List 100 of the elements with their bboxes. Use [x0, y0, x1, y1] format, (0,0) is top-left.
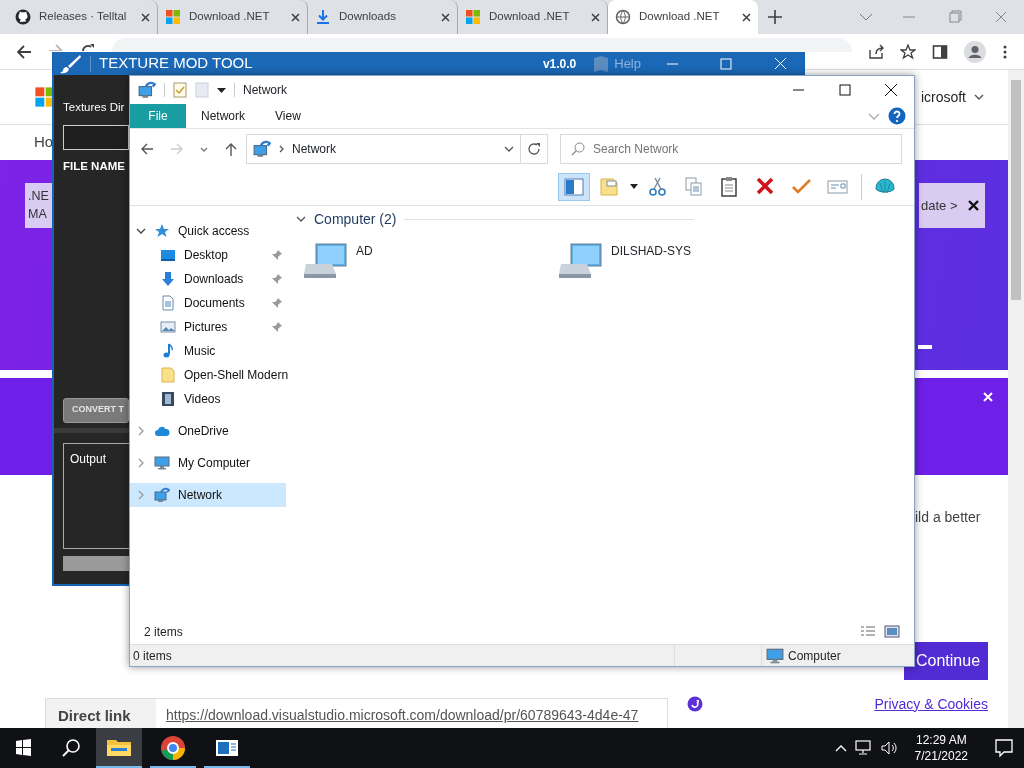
item-count: 2 items	[144, 623, 183, 641]
github-icon	[15, 9, 31, 25]
download-icon	[160, 270, 176, 287]
back-arrow-icon[interactable]	[140, 142, 154, 156]
copy-icon	[683, 175, 705, 198]
pin-icon	[272, 273, 282, 284]
expand-chevron-icon[interactable]	[136, 227, 146, 234]
minus-icon	[918, 345, 932, 349]
nav-item[interactable]: Downloads	[130, 266, 286, 291]
search-icon	[571, 142, 585, 156]
separator-chevron-icon	[279, 145, 284, 153]
caret-icon[interactable]	[974, 94, 984, 100]
continue-button[interactable]: Continue	[904, 642, 988, 680]
star-icon	[154, 222, 170, 239]
profile-icon[interactable]	[964, 40, 986, 63]
field-label: Textures Dir	[63, 100, 125, 115]
close-icon[interactable]	[742, 12, 751, 22]
refresh-button[interactable]	[520, 134, 548, 164]
scrollbar-thumb[interactable]	[1011, 80, 1021, 300]
pin-icon	[272, 297, 282, 308]
dropdown-icon[interactable]	[217, 87, 226, 93]
nav-item[interactable]: Desktop	[130, 242, 286, 267]
star-icon[interactable]	[900, 43, 916, 60]
pin-icon	[272, 249, 282, 260]
preview-pane-button[interactable]	[558, 172, 590, 201]
app-title: TEXTURE MOD TOOL	[99, 53, 253, 74]
back-arrow-icon[interactable]	[16, 43, 32, 60]
close-icon[interactable]	[291, 12, 300, 22]
large-icons-view-icon[interactable]	[884, 624, 900, 639]
folder-options-icon	[599, 175, 621, 198]
address-text: Network	[292, 141, 337, 158]
status-text: 0 items	[133, 647, 172, 665]
taskbar-app[interactable]	[96, 728, 142, 768]
search-box[interactable]: Search Network	[560, 134, 902, 164]
up-arrow-icon[interactable]	[224, 142, 238, 156]
computer-icon	[154, 454, 170, 471]
privacy-link[interactable]: Privacy & Cookies	[874, 693, 988, 715]
refresh-icon	[526, 142, 541, 156]
browser-tab[interactable]: Releases · Telltal	[8, 0, 158, 34]
nav-item[interactable]: Quick access	[130, 218, 286, 243]
close-icon[interactable]	[967, 200, 979, 211]
computer-icon	[766, 646, 784, 665]
side-panel-icon[interactable]	[932, 43, 948, 60]
picture-icon	[160, 318, 176, 335]
volume-icon[interactable]	[880, 740, 899, 756]
nav-item[interactable]: Open-Shell Modern	[130, 362, 286, 387]
computer-item[interactable]: DILSHAD-SYS	[559, 237, 814, 282]
body-text: ild a better	[915, 508, 982, 527]
nav-item[interactable]: My Computer	[130, 450, 286, 475]
browser-tab[interactable]: Download .NET	[158, 0, 308, 34]
ribbon-tab[interactable]: Network	[186, 104, 260, 128]
download-link[interactable]: https://download.visualstudio.microsoft.com/download/pr/60789643-4d4e-47	[156, 699, 667, 728]
account-menu[interactable]: icrosoft	[920, 86, 966, 108]
close-icon[interactable]	[441, 12, 450, 22]
refresh-circle-icon[interactable]	[687, 696, 703, 712]
pin-icon	[272, 321, 282, 332]
dropdown-icon[interactable]	[630, 184, 638, 190]
computer-item[interactable]: AD	[304, 237, 559, 282]
windows-logo-icon	[165, 9, 181, 25]
group-header[interactable]: Computer (2)	[314, 208, 397, 230]
globe-icon	[615, 9, 631, 25]
film-icon	[160, 390, 176, 407]
download-icon	[315, 9, 331, 25]
collapse-group-icon[interactable]	[296, 216, 306, 223]
folder-icon	[160, 366, 176, 383]
network-icon[interactable]	[854, 740, 873, 756]
scissors-icon	[647, 175, 669, 198]
notice-link[interactable]: date >	[921, 196, 958, 215]
browser-tab[interactable]: Download .NET	[458, 0, 608, 34]
network-icon	[154, 486, 170, 503]
nav-item[interactable]: Music	[130, 338, 286, 363]
show-hidden-icons-icon[interactable]	[834, 744, 847, 752]
nav-item[interactable]: OneDrive	[130, 418, 286, 443]
close-icon[interactable]	[591, 12, 600, 22]
paintbrush-icon	[60, 53, 82, 74]
ribbon-tab[interactable]: View	[260, 104, 316, 128]
nav-item[interactable]: Pictures	[130, 314, 286, 339]
nav-link[interactable]: Ho	[34, 131, 54, 154]
nav-item[interactable]: Videos	[130, 386, 286, 411]
window-title: Network	[243, 82, 287, 99]
group-label: Output	[70, 451, 107, 466]
notice-text: .NE	[28, 188, 49, 205]
input-field[interactable]	[63, 125, 129, 151]
clock[interactable]: 12:29 AM 7/21/2022	[906, 732, 976, 764]
address-bar[interactable]: Network	[246, 134, 521, 164]
browser-tab[interactable]: Downloads	[308, 0, 458, 34]
nav-item[interactable]: Network	[130, 482, 286, 507]
browser-tab[interactable]: Download .NET	[608, 0, 758, 34]
notice-text: MA	[28, 206, 48, 223]
recent-locations-icon[interactable]	[200, 146, 208, 152]
share-icon[interactable]	[868, 43, 884, 60]
column-header: FILE NAME	[63, 159, 125, 175]
reload-icon[interactable]	[80, 43, 96, 51]
menu-icon[interactable]	[1002, 43, 1008, 60]
dropdown-icon[interactable]	[503, 146, 514, 152]
nav-item[interactable]: Documents	[130, 290, 286, 315]
help-icon[interactable]	[888, 107, 906, 125]
close-icon[interactable]	[141, 12, 150, 22]
scrollbar[interactable]	[1008, 70, 1024, 728]
status-zone: Computer	[788, 647, 841, 665]
